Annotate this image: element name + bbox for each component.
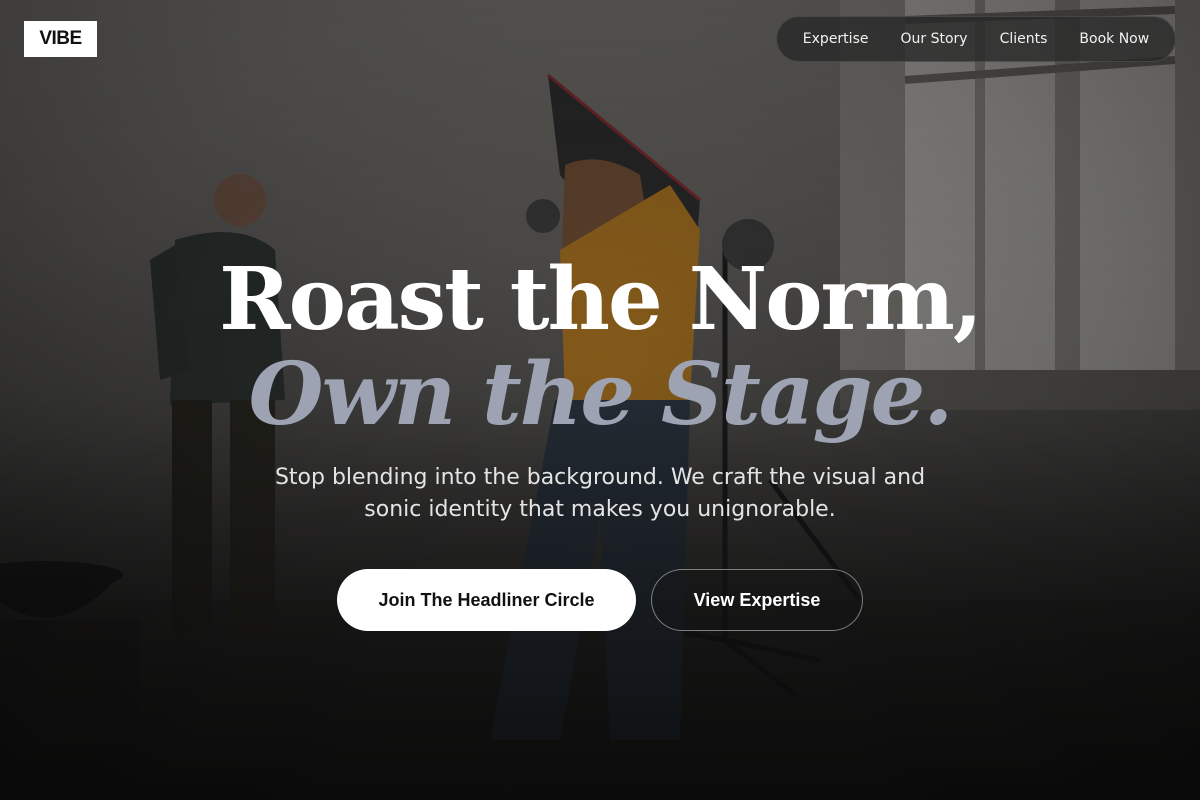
top-navigation: Expertise Our Story Clients Book Now [776, 16, 1176, 62]
nav-link-clients[interactable]: Clients [1000, 31, 1048, 47]
hero-headline-line2: Own the Stage. [248, 344, 954, 445]
nav-link-our-story[interactable]: Our Story [900, 31, 967, 47]
hero-subtitle: Stop blending into the background. We cr… [274, 465, 926, 522]
hero-cta-group: Join The Headliner Circle View Expertise [0, 569, 1200, 631]
brand-logo[interactable]: VIBE [24, 21, 97, 57]
nav-link-expertise[interactable]: Expertise [803, 31, 869, 47]
view-expertise-button[interactable]: View Expertise [651, 569, 863, 631]
hero-section: Roast the Norm, Own the Stage. Stop blen… [0, 250, 1200, 526]
hero-headline-line1: Roast the Norm, [219, 249, 983, 350]
join-headliner-circle-button[interactable]: Join The Headliner Circle [337, 569, 636, 631]
nav-link-book-now[interactable]: Book Now [1079, 31, 1149, 47]
